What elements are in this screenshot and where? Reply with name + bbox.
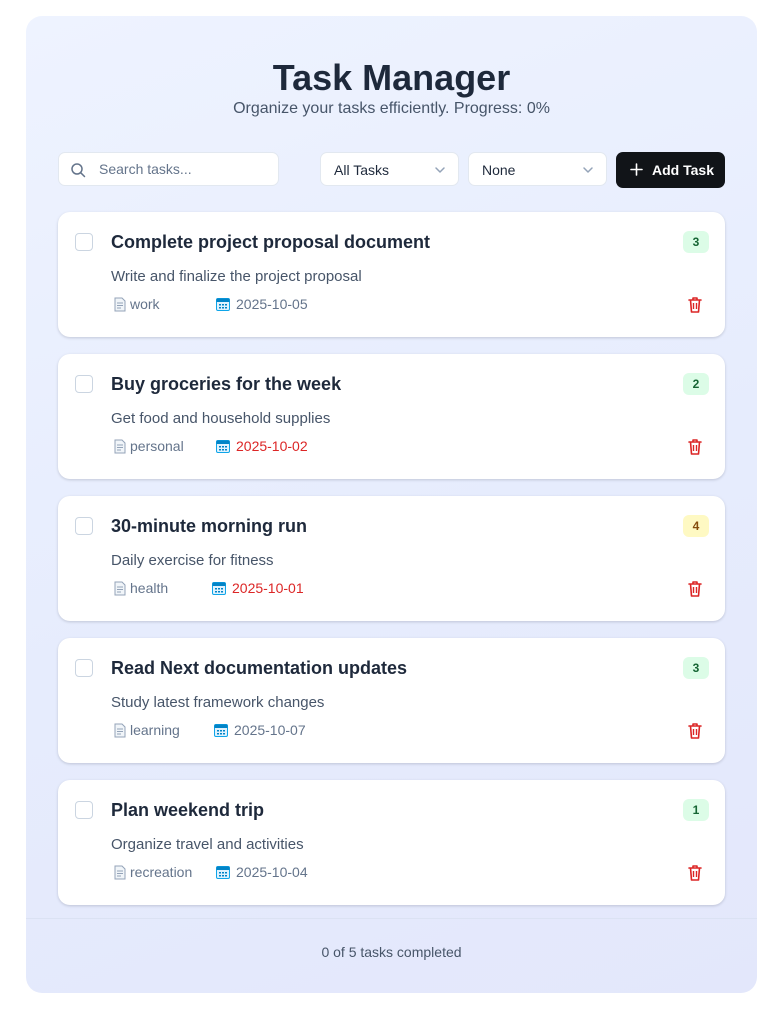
task-checkbox[interactable]	[75, 233, 93, 251]
trash-icon[interactable]	[687, 722, 703, 740]
task-due-date-label: 2025-10-05	[236, 296, 308, 312]
trash-icon[interactable]	[687, 296, 703, 314]
page-subtitle: Organize your tasks efficiently. Progres…	[233, 100, 550, 117]
task-card: Read Next documentation updates 3 Study …	[58, 638, 725, 763]
task-category-label: recreation	[130, 864, 193, 880]
sort-select-value: None	[482, 162, 516, 178]
task-checkbox[interactable]	[75, 659, 93, 677]
task-description: Study latest framework changes	[111, 694, 325, 711]
task-title: Plan weekend trip	[111, 800, 265, 820]
task-due-date-label: 2025-10-04	[236, 864, 308, 880]
task-title: Read Next documentation updates	[111, 658, 408, 678]
calendar-icon	[212, 582, 226, 595]
toolbar: All Tasks None Add Task	[58, 152, 725, 188]
page-title: Task Manager	[272, 57, 511, 98]
task-due-date-label: 2025-10-01	[232, 580, 304, 596]
task-card: Complete project proposal document 3 Wri…	[58, 212, 725, 337]
add-task-label: Add Task	[652, 162, 714, 178]
priority-badge: 3	[683, 231, 709, 253]
task-category-label: personal	[130, 438, 184, 454]
calendar-icon	[216, 298, 230, 311]
chevron-down-icon	[435, 167, 445, 173]
search-icon	[71, 163, 86, 178]
task-checkbox[interactable]	[75, 375, 93, 393]
calendar-icon	[216, 866, 230, 879]
task-checkbox[interactable]	[75, 517, 93, 535]
plus-icon	[630, 163, 643, 176]
trash-icon[interactable]	[687, 438, 703, 456]
task-card: Plan weekend trip 1 Organize travel and …	[58, 780, 725, 905]
task-manager-panel: Task Manager Organize your tasks efficie…	[26, 16, 757, 993]
task-checkbox[interactable]	[75, 801, 93, 819]
search-input[interactable]	[99, 153, 269, 185]
task-card: 30-minute morning run 4 Daily exercise f…	[58, 496, 725, 621]
document-icon	[114, 439, 126, 454]
completion-summary: 0 of 5 tasks completed	[321, 944, 462, 960]
priority-badge: 1	[683, 799, 709, 821]
filter-select-value: All Tasks	[334, 162, 389, 178]
task-category-label: work	[130, 296, 160, 312]
task-title: Complete project proposal document	[111, 232, 431, 252]
document-icon	[114, 865, 126, 880]
task-category-label: learning	[130, 722, 180, 738]
priority-badge: 2	[683, 373, 709, 395]
task-category-label: health	[130, 580, 169, 596]
sort-select[interactable]: None	[468, 152, 607, 186]
footer: 0 of 5 tasks completed	[26, 918, 757, 993]
task-card: Buy groceries for the week 2 Get food an…	[58, 354, 725, 479]
task-title: Buy groceries for the week	[111, 374, 342, 394]
task-description: Daily exercise for fitness	[111, 552, 274, 569]
trash-icon[interactable]	[687, 864, 703, 882]
search-box[interactable]	[58, 152, 279, 186]
document-icon	[114, 581, 126, 596]
task-due-date-label: 2025-10-02	[236, 438, 308, 454]
calendar-icon	[214, 724, 228, 737]
filter-select[interactable]: All Tasks	[320, 152, 459, 186]
trash-icon[interactable]	[687, 580, 703, 598]
priority-badge: 3	[683, 657, 709, 679]
task-title: 30-minute morning run	[111, 516, 308, 536]
add-task-button[interactable]: Add Task	[616, 152, 725, 188]
calendar-icon	[216, 440, 230, 453]
document-icon	[114, 723, 126, 738]
chevron-down-icon	[583, 167, 593, 173]
priority-badge: 4	[683, 515, 709, 537]
task-due-date-label: 2025-10-07	[234, 722, 306, 738]
document-icon	[114, 297, 126, 312]
task-description: Write and finalize the project proposal	[111, 268, 362, 285]
task-description: Organize travel and activities	[111, 836, 304, 853]
task-description: Get food and household supplies	[111, 410, 331, 427]
